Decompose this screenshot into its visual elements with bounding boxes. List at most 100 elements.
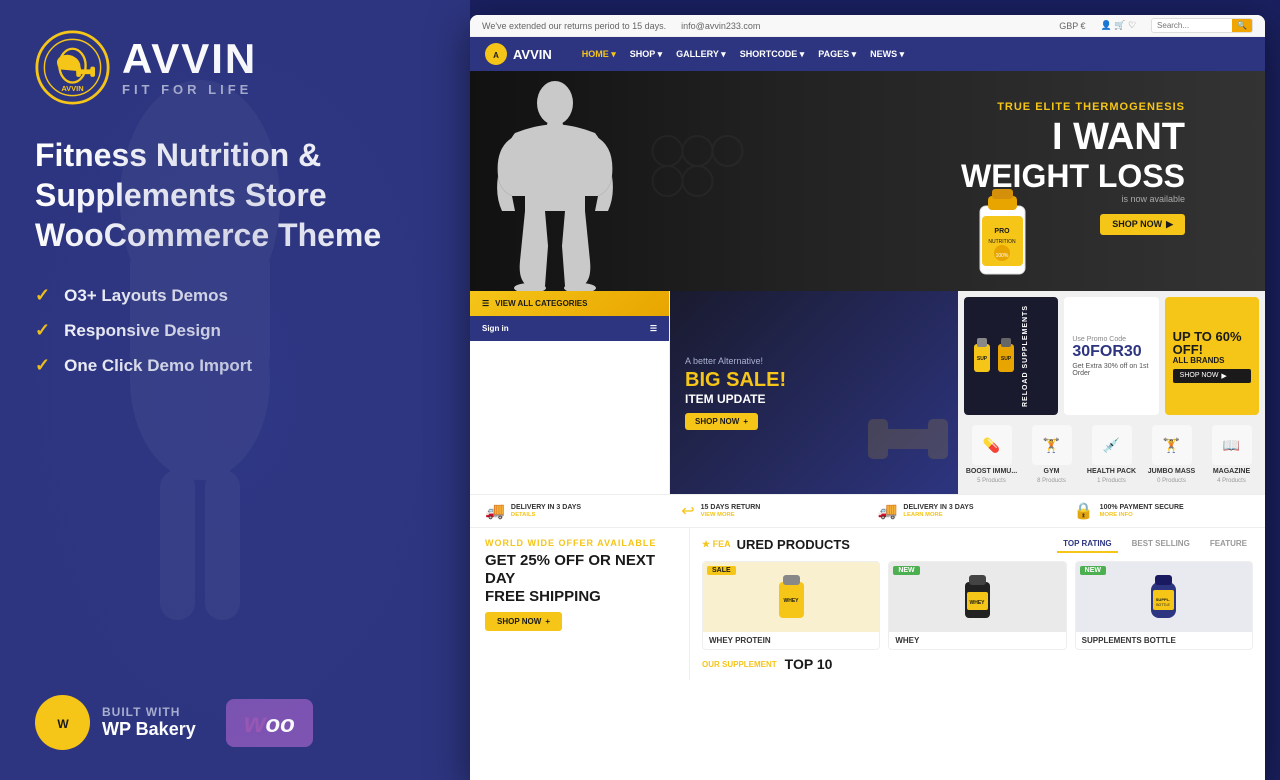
search-mini[interactable]: 🔍: [1151, 18, 1253, 33]
hero-subtitle: TRUE ELITE THERMOGENESIS: [961, 101, 1185, 113]
arrow-icon: ▶: [1166, 219, 1173, 230]
trust-text-2: 15 DAYS RETURN VIEW MORE: [701, 503, 761, 520]
supplement-label-area: OUR SUPPLEMENT TOP 10: [702, 656, 1253, 672]
top-bar-left: We've extended our returns period to 15 …: [482, 21, 760, 31]
hamburger-icon: ☰: [650, 324, 657, 333]
offer-section: WORLD WIDE OFFER AVAILABLE GET 25% OFF O…: [470, 528, 690, 680]
features-list: ✓ O3+ Layouts Demos ✓ Responsive Design …: [35, 285, 435, 390]
svg-text:W: W: [57, 717, 69, 731]
cat-jumbo[interactable]: 🏋 JUMBO MASS 0 Products: [1144, 425, 1199, 484]
sale-shop-btn[interactable]: SHOP NOW +: [685, 413, 758, 430]
product-name-3: SUPPLEMENTS BOTTLE: [1082, 636, 1246, 645]
cat-health[interactable]: 💉 HEALTH PACK 1 Products: [1084, 425, 1139, 484]
svg-text:WHEY: WHEY: [783, 598, 799, 604]
left-panel: AVVIN AVVIN FIT FOR LIFE Fitness Nutriti…: [0, 0, 470, 780]
cat-icon-magazine: 📖: [1212, 425, 1252, 465]
promo-code-card: Use Promo Code 30FOR30 Get Extra 30% off…: [1064, 297, 1158, 415]
badge-new-2: NEW: [893, 566, 919, 575]
all-brands: ALL BRANDS: [1173, 356, 1251, 365]
feature-item-3: ✓ One Click Demo Import: [35, 355, 435, 376]
offer-shop-btn[interactable]: SHOP NOW +: [485, 612, 562, 631]
nav-shop[interactable]: SHOP ▾: [630, 49, 662, 60]
svg-text:NUTRITION: NUTRITION: [988, 239, 1016, 245]
cat-boost-immu[interactable]: 💊 BOOST IMMU... 5 Products: [964, 425, 1019, 484]
nav-logo-text: AVVIN: [513, 47, 552, 62]
user-icons: 👤 🛒 ♡: [1101, 20, 1136, 31]
featured-tabs: TOP RATING BEST SELLING FEATURE: [1057, 536, 1253, 553]
nav-shortcode[interactable]: SHORTCODE ▾: [740, 49, 805, 60]
badge-sale-1: SALE: [707, 566, 736, 575]
big-sale-alt: A better Alternative!: [685, 356, 943, 366]
our-supplement-label: OUR SUPPLEMENT: [702, 660, 777, 669]
trust-text-1: DELIVERY IN 3 DAYS DETAILS: [511, 503, 581, 520]
product-name-1: WHEY PROTEIN: [709, 636, 873, 645]
bottom-badges: W BUILT WITH WP Bakery woo: [35, 695, 435, 750]
badge-new-3: NEW: [1080, 566, 1106, 575]
arrow-icon-2: ▶: [1221, 372, 1226, 380]
cat-magazine[interactable]: 📖 MAGAZINE 4 Products: [1204, 425, 1259, 484]
nav-links: HOME ▾ SHOP ▾ GALLERY ▾ SHORTCODE ▾ PAGE…: [582, 49, 904, 60]
secure-icon: 🔒: [1074, 501, 1094, 521]
product-img-1: SALE WHEY: [703, 562, 879, 632]
view-all-btn[interactable]: ☰ VIEW ALL CATEGORIES: [470, 291, 669, 316]
cat-count-boost: 5 Products: [977, 478, 1006, 484]
tab-best-selling[interactable]: BEST SELLING: [1126, 536, 1196, 553]
trust-text-3: DELIVERY IN 3 DAYS LEARN MORE: [903, 503, 973, 520]
product-card-3[interactable]: NEW SUPPL. BOTTLE SUPPLEMENTS BOTTLE: [1075, 561, 1253, 650]
product-card-2[interactable]: NEW WHEY WHEY: [888, 561, 1066, 650]
product-bottles: SUP SUP: [972, 336, 1016, 376]
svg-text:AVVIN: AVVIN: [61, 84, 83, 93]
cat-count-magazine: 4 Products: [1217, 478, 1246, 484]
delivery-icon-1: 🚚: [485, 501, 505, 521]
trust-text-4: 100% PAYMENT SECURE MORE INFO: [1100, 503, 1184, 520]
product-info-3: SUPPLEMENTS BOTTLE: [1076, 632, 1252, 649]
hero-section: PRO NUTRITION 100% TRUE ELITE THERMOGENE…: [470, 71, 1265, 291]
big-sale-banner: A better Alternative! BIG SALE! ITEM UPD…: [670, 291, 958, 494]
use-promo: Use Promo Code: [1072, 336, 1150, 343]
logo-subtitle: FIT FOR LIFE: [122, 82, 257, 97]
wp-bakery-icon: W: [35, 695, 90, 750]
mini-categories: 💊 BOOST IMMU... 5 Products 🏋 GYM 8 Produ…: [964, 421, 1259, 488]
cat-name-health: HEALTH PACK: [1087, 468, 1136, 475]
sign-in-bar: Sign in ☰: [470, 316, 669, 341]
product-info-2: WHEY: [889, 632, 1065, 649]
tab-feature[interactable]: FEATURE: [1204, 536, 1253, 553]
cat-name-magazine: MAGAZINE: [1213, 468, 1250, 475]
cat-gym[interactable]: 🏋 GYM 8 Products: [1024, 425, 1079, 484]
return-icon: ↩: [681, 501, 694, 521]
product-card-1[interactable]: SALE WHEY WHEY PROTEIN: [702, 561, 880, 650]
browser-window: We've extended our returns period to 15 …: [470, 15, 1265, 780]
hero-i-want: I WANT: [961, 117, 1185, 159]
promo-row-1: SUP SUP RELOAD SUPPLEMENTS Use Pro: [964, 297, 1259, 415]
nav-home[interactable]: HOME ▾: [582, 49, 616, 60]
svg-text:SUP: SUP: [977, 356, 988, 362]
svg-text:100%: 100%: [996, 253, 1009, 259]
banner-bg-dumbbell: [868, 389, 948, 494]
featured-title-area: ★ FEA URED PRODUCTS: [702, 537, 850, 552]
logo-icon: AVVIN: [35, 30, 110, 105]
cat-name-jumbo: JUMBO MASS: [1148, 468, 1195, 475]
wp-bakery-badge: W BUILT WITH WP Bakery: [35, 695, 196, 750]
top10-label: TOP 10: [785, 656, 833, 672]
nav-news[interactable]: NEWS ▾: [870, 49, 904, 60]
trust-item-3: 🚚 DELIVERY IN 3 DAYS LEARN MORE: [878, 501, 1054, 521]
featured-products-area: ★ FEA URED PRODUCTS TOP RATING BEST SELL…: [690, 528, 1265, 680]
menu-icon: ☰: [482, 299, 489, 308]
cat-icon-jumbo: 🏋: [1152, 425, 1192, 465]
hero-athlete: [490, 81, 620, 291]
search-button[interactable]: 🔍: [1232, 19, 1252, 32]
hero-shop-btn[interactable]: SHOP NOW ▶: [1100, 214, 1185, 235]
sixty-off-text: UP TO 60% OFF!: [1173, 330, 1251, 356]
sign-in-text: Sign in: [482, 324, 509, 333]
nav-gallery[interactable]: GALLERY ▾: [676, 49, 726, 60]
nav-pages[interactable]: PAGES ▾: [818, 49, 856, 60]
feature-item-2: ✓ Responsive Design: [35, 320, 435, 341]
sixty-shop-btn[interactable]: SHOP NOW ▶: [1173, 369, 1251, 383]
tab-top-rating[interactable]: TOP RATING: [1057, 536, 1117, 553]
svg-text:BOTTLE: BOTTLE: [1157, 603, 1171, 607]
cat-name-boost: BOOST IMMU...: [966, 468, 1017, 475]
promo-code: 30FOR30: [1072, 343, 1150, 361]
search-input[interactable]: [1152, 19, 1232, 32]
cat-count-jumbo: 0 Products: [1157, 478, 1186, 484]
delivery-icon-2: 🚚: [878, 501, 898, 521]
